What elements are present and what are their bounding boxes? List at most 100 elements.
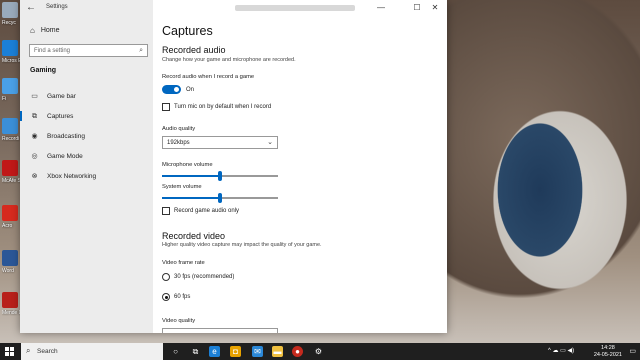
system-tray-icons[interactable]: ^ ☁ ▭ ◀) <box>548 347 574 354</box>
nav-item-broadcasting[interactable]: ◉ Broadcasting <box>30 130 148 142</box>
radio-30fps-label: 30 fps (recommended) <box>174 274 235 280</box>
search-icon: ⌕ <box>26 346 31 355</box>
search-icon: ⌕ <box>139 47 143 54</box>
mic-volume-label: Microphone volume <box>162 162 213 168</box>
nav-item-label: Xbox Networking <box>47 172 97 180</box>
recorded-video-heading: Recorded video <box>162 231 226 241</box>
settings-window: ← Settings — ☐ ✕ ⌂ Home Find a setting ⌕… <box>20 0 447 333</box>
video-quality-label: Video quality <box>162 318 196 324</box>
desktop-icons: Recyc Micros Edge Fi Recordi McAfe Secu Acro W… <box>0 0 22 343</box>
find-setting-input[interactable]: Find a setting ⌕ <box>29 44 148 57</box>
recorded-audio-description: Change how your game and microphone are … <box>162 57 296 63</box>
game-audio-only-checkbox[interactable] <box>162 207 170 215</box>
task-view-icon[interactable]: ○ <box>170 346 181 357</box>
nav-item-label: Game bar <box>47 92 76 100</box>
taskbar: ⌕ Search ○ ⧉ e ◘ ✉ ▬ ● ⚙ ^ ☁ ▭ ◀) 14:28 … <box>0 343 640 360</box>
nav-item-game-bar[interactable]: ▭ Game bar <box>30 90 148 102</box>
desktop-icon-label: McAfe Secu <box>2 178 22 184</box>
desktop-icon-label: Recordi <box>2 136 20 142</box>
slider-fill <box>162 175 220 177</box>
frame-rate-label: Video frame rate <box>162 260 205 266</box>
home-icon: ⌂ <box>30 26 35 35</box>
desktop-icon[interactable]: Fi <box>2 78 20 102</box>
nav-item-label: Broadcasting <box>47 132 85 140</box>
desktop-app-icon <box>2 118 18 134</box>
radio-30fps[interactable] <box>162 273 170 281</box>
desktop-app-icon <box>2 2 18 18</box>
desktop-app-icon <box>2 40 18 56</box>
broadcasting-icon: ◉ <box>31 132 38 140</box>
desktop-icon-label: Fi <box>2 96 7 102</box>
game-bar-icon: ▭ <box>31 92 38 100</box>
desktop-icon-label: Word <box>2 268 14 274</box>
recorded-audio-heading: Recorded audio <box>162 45 226 55</box>
taskbar-search-label: Search <box>37 348 58 355</box>
nav-item-label: Captures <box>47 112 74 120</box>
captures-content: Captures Recorded audio Change how your … <box>162 0 447 333</box>
nav-item-label: Game Mode <box>47 152 83 160</box>
chevron-down-icon: ⌄ <box>267 139 273 146</box>
nav-item-game-mode[interactable]: ◎ Game Mode <box>30 150 148 162</box>
find-setting-placeholder: Find a setting <box>34 48 71 54</box>
nav-home-label: Home <box>40 27 60 34</box>
notification-icon[interactable]: ▭ <box>629 347 636 355</box>
system-volume-slider[interactable] <box>162 193 278 203</box>
recorded-video-description: Higher quality video capture may impact … <box>162 242 322 248</box>
mic-volume-slider[interactable] <box>162 171 278 181</box>
desktop-app-icon <box>2 250 18 266</box>
desktop-app-icon <box>2 78 18 94</box>
record-audio-label: Record audio when I record a game <box>162 74 255 80</box>
audio-quality-dropdown[interactable]: 192kbps ⌄ <box>162 136 278 149</box>
desktop-icon[interactable]: Micros Edge <box>2 40 22 64</box>
desktop-icon[interactable]: McAfe Secu <box>2 160 22 184</box>
record-audio-toggle[interactable] <box>162 85 181 94</box>
desktop-icon-label: Recyc <box>2 20 16 26</box>
desktop-app-icon <box>2 160 18 176</box>
slider-fill <box>162 197 220 199</box>
taskbar-search[interactable]: ⌕ Search <box>21 343 163 360</box>
game-mode-icon: ◎ <box>31 152 38 160</box>
desktop-icon[interactable]: Mende Desk <box>2 292 22 316</box>
window-title: Settings <box>46 4 68 10</box>
mic-default-label: Turn mic on by default when I record <box>174 104 272 110</box>
desktop-icon-label: Acro <box>2 223 13 229</box>
radio-60fps[interactable] <box>162 293 170 301</box>
video-quality-dropdown[interactable] <box>162 328 278 333</box>
radio-60fps-label: 60 fps <box>174 294 191 300</box>
mic-default-checkbox[interactable] <box>162 103 170 111</box>
page-title: Captures <box>162 24 213 38</box>
store-icon[interactable]: ◘ <box>230 346 241 357</box>
record-app-icon[interactable]: ● <box>292 346 303 357</box>
desktop-icon[interactable]: Acro <box>2 205 20 229</box>
nav-home[interactable]: ⌂ Home <box>30 26 60 35</box>
desktop-app-icon <box>2 292 18 308</box>
desktop-icon-label: Mende Desk <box>2 310 22 316</box>
audio-quality-label: Audio quality <box>162 126 196 132</box>
audio-quality-value: 192kbps <box>167 140 190 146</box>
taskbar-clock[interactable]: 14:28 24-05-2021 <box>594 345 622 359</box>
edge-icon[interactable]: e <box>209 346 220 357</box>
nav-item-xbox-networking[interactable]: ⊗ Xbox Networking <box>30 170 148 182</box>
nav-section-gaming: Gaming <box>30 67 57 74</box>
nav-item-captures[interactable]: ⧉ Captures <box>20 110 148 122</box>
xbox-icon: ⊗ <box>31 172 38 180</box>
slider-thumb[interactable] <box>218 171 222 181</box>
task-view-icon[interactable]: ⧉ <box>190 346 201 357</box>
toggle-state: On <box>186 87 195 93</box>
game-audio-only-label: Record game audio only <box>174 208 240 214</box>
clock-date: 24-05-2021 <box>593 352 622 358</box>
desktop-icon-label: Micros Edge <box>2 58 22 64</box>
desktop-icon[interactable]: Recordi <box>2 118 20 142</box>
mail-icon[interactable]: ✉ <box>252 346 263 357</box>
system-volume-label: System volume <box>162 184 202 190</box>
back-button[interactable]: ← <box>26 2 36 13</box>
captures-icon: ⧉ <box>32 112 37 120</box>
slider-thumb[interactable] <box>218 193 222 203</box>
desktop-icon[interactable]: Word <box>2 250 20 274</box>
clock-time: 14:28 <box>601 345 615 351</box>
settings-gear-icon[interactable]: ⚙ <box>313 346 324 357</box>
desktop-icon[interactable]: Recyc <box>2 2 20 26</box>
start-button[interactable] <box>5 347 14 356</box>
file-explorer-icon[interactable]: ▬ <box>272 346 283 357</box>
desktop-app-icon <box>2 205 18 221</box>
